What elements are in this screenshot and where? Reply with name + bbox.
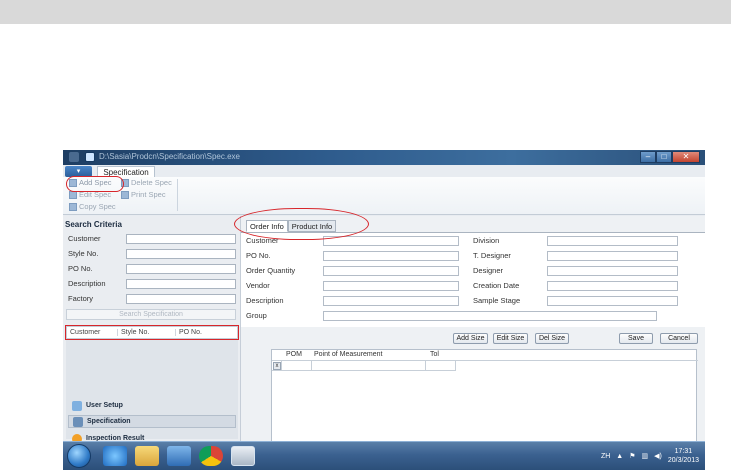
ribbon-toolbar: Add Spec Edit Spec Copy Spec Delete Spec… (63, 177, 705, 215)
print-spec-button[interactable]: Print Spec (121, 190, 166, 199)
language-indicator[interactable]: ZH (601, 453, 610, 460)
edit-size-button[interactable]: Edit Size (493, 333, 528, 344)
print-spec-icon (121, 190, 129, 199)
po-no-field-label: PO No. (246, 251, 271, 260)
delete-row-icon[interactable]: x (273, 362, 281, 370)
description-label: Description (68, 279, 106, 288)
vendor-field-label: Vendor (246, 281, 270, 290)
sample-stage-field-label: Sample Stage (473, 296, 521, 305)
folder-icon[interactable] (135, 446, 159, 466)
app-taskbar-icon[interactable] (231, 446, 255, 466)
window-controls: – □ ✕ (640, 151, 700, 163)
search-factory-input[interactable] (126, 294, 236, 304)
search-criteria-heading: Search Criteria (65, 220, 122, 229)
grid-cell-tol[interactable] (426, 361, 456, 371)
windows-start-icon[interactable] (67, 444, 91, 468)
creation-date-field[interactable] (547, 281, 678, 291)
designer-field[interactable] (547, 266, 678, 276)
add-spec-highlight (66, 176, 124, 192)
minimize-button[interactable]: – (640, 151, 656, 163)
order-quantity-field-label: Order Quantity (246, 266, 296, 275)
add-size-button[interactable]: Add Size (453, 333, 488, 344)
cancel-button[interactable]: Cancel (660, 333, 698, 344)
app-window: D:\Sasia\Prodcn\Specification\Spec.exe –… (63, 150, 705, 470)
nav-specification[interactable]: Specification (68, 415, 236, 428)
division-field[interactable] (547, 236, 678, 246)
print-spec-label: Print Spec (131, 190, 166, 199)
delete-spec-label: Delete Spec (131, 178, 172, 187)
sample-stage-field[interactable] (547, 296, 678, 306)
order-info-form: Customer PO No. Order Quantity Vendor De… (241, 232, 705, 327)
description-field-label: Description (246, 296, 284, 305)
description-field[interactable] (323, 296, 459, 306)
t-designer-field-label: T. Designer (473, 251, 511, 260)
search-style-no-input[interactable] (126, 249, 236, 259)
measurement-grid: POM Point of Measurement Tol x (271, 349, 698, 454)
delete-spec-button[interactable]: Delete Spec (121, 178, 172, 187)
search-po-no-input[interactable] (126, 264, 236, 274)
del-size-button[interactable]: Del Size (535, 333, 569, 344)
network-icon[interactable]: ▥ (642, 452, 649, 460)
creation-date-field-label: Creation Date (473, 281, 520, 290)
grid-col-pom[interactable]: POM (286, 351, 302, 358)
po-no-field[interactable] (323, 251, 459, 261)
group-field-label: Group (246, 311, 267, 320)
copy-spec-label: Copy Spec (79, 202, 116, 211)
system-tray: ZH ▲ ⚑ ▥ ◀) 17:31 20/3/2013 (601, 447, 699, 465)
division-field-label: Division (473, 236, 500, 245)
media-icon[interactable] (167, 446, 191, 466)
grid-col-point-of-measurement[interactable]: Point of Measurement (314, 351, 382, 358)
grid-cell-point-of-measurement[interactable] (312, 361, 426, 371)
tabs-highlight (234, 208, 369, 240)
app-icon (85, 152, 95, 162)
specification-icon (73, 416, 83, 427)
clock-time: 17:31 (674, 448, 693, 455)
search-customer-input[interactable] (126, 234, 236, 244)
po-no-label: PO No. (68, 264, 93, 273)
clock[interactable]: 17:31 20/3/2013 (668, 447, 699, 465)
system-menu-icon[interactable] (69, 152, 79, 162)
customer-field[interactable] (323, 236, 459, 246)
grid-col-tol[interactable]: Tol (430, 351, 439, 358)
volume-icon[interactable]: ◀) (654, 452, 662, 460)
copy-spec-button[interactable]: Copy Spec (69, 202, 116, 211)
grid-cell-pom[interactable] (282, 361, 312, 371)
ie-icon[interactable] (103, 446, 127, 466)
results-header-highlight (65, 325, 239, 340)
clock-date: 20/3/2013 (667, 457, 699, 464)
windows-taskbar: ZH ▲ ⚑ ▥ ◀) 17:31 20/3/2013 (63, 441, 705, 470)
ribbon-separator (177, 179, 178, 211)
nav-user-setup-label: User Setup (86, 402, 123, 409)
nav-specification-label: Specification (87, 418, 131, 425)
window-titlebar: D:\Sasia\Prodcn\Specification\Spec.exe –… (63, 150, 705, 165)
close-button[interactable]: ✕ (672, 151, 700, 163)
user-setup-icon (72, 400, 82, 411)
window-title: D:\Sasia\Prodcn\Specification\Spec.exe (99, 152, 240, 161)
top-gray-bar (0, 0, 731, 24)
maximize-button[interactable]: □ (656, 151, 672, 163)
tray-up-icon[interactable]: ▲ (616, 453, 623, 460)
t-designer-field[interactable] (547, 251, 678, 261)
save-button[interactable]: Save (619, 333, 653, 344)
chrome-icon[interactable] (199, 446, 223, 466)
designer-field-label: Designer (473, 266, 504, 275)
flag-icon[interactable]: ⚑ (629, 452, 635, 460)
vendor-field[interactable] (323, 281, 459, 291)
order-quantity-field[interactable] (323, 266, 459, 276)
search-specification-button[interactable]: Search Specification (66, 309, 236, 320)
group-field[interactable] (323, 311, 657, 321)
nav-user-setup[interactable]: User Setup (68, 399, 123, 412)
spec-detail-panel: Order Info Product Info Customer PO No. … (241, 216, 705, 454)
customer-label: Customer (68, 234, 101, 243)
style-no-label: Style No. (68, 249, 99, 258)
factory-label: Factory (68, 294, 94, 303)
grid-header: POM Point of Measurement Tol (272, 350, 698, 361)
search-description-input[interactable] (126, 279, 236, 289)
copy-spec-icon (69, 202, 77, 211)
